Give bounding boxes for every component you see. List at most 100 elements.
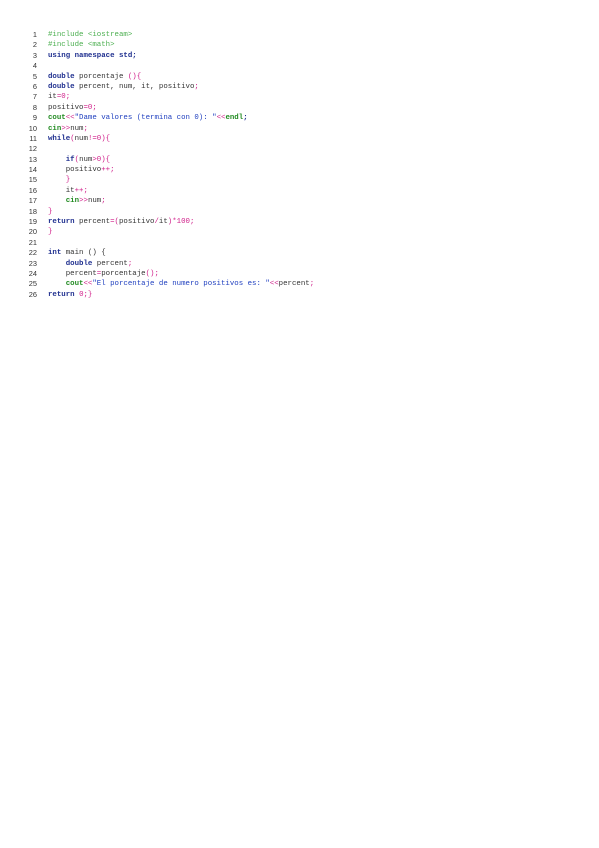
code-text: it++; — [48, 186, 88, 196]
code-line: 21 — [0, 238, 599, 248]
line-number: 14 — [28, 165, 37, 175]
line-number: 7 — [32, 92, 37, 102]
code-line: 22 int main () { — [0, 248, 599, 258]
code-token: =0; — [83, 103, 97, 112]
line-number: 22 — [28, 248, 37, 258]
code-token: porcentaje — [74, 72, 128, 81]
code-line: 20} — [0, 227, 599, 237]
line-number: 18 — [28, 206, 37, 216]
code-text: #include <math> — [48, 40, 115, 50]
code-line: 13 if(num>0){ — [0, 155, 599, 165]
code-text: cout <<"El porcentaje de numero positivos… — [48, 279, 314, 289]
document-page: 1 #include <iostream> 2 #include <math> 3 usi… — [0, 0, 599, 848]
code-token: main () { — [61, 249, 106, 258]
code-text: if(num>0){ — [48, 155, 110, 165]
code-text: positivo++; — [48, 165, 115, 175]
code-listing: 1 #include <iostream> 2 #include <math> 3 usi… — [0, 30, 599, 300]
code-token: "Dame valores (termina con 0): " — [74, 114, 217, 123]
code-text: it=0; — [48, 92, 70, 102]
code-line: 23 double percent; — [0, 259, 599, 269]
line-number: 5 — [32, 71, 37, 81]
code-token: #include <iostream> — [48, 31, 133, 39]
code-token: namespace — [74, 51, 115, 60]
code-token: if — [65, 155, 75, 164]
code-token: >0){ — [92, 155, 111, 164]
line-number: 6 — [32, 81, 37, 91]
code-line: 8 positivo=0; — [0, 103, 599, 113]
code-line: 24 percent=porcentaje(); — [0, 269, 599, 279]
code-token: >> — [61, 124, 71, 133]
line-number: 3 — [32, 50, 37, 60]
line-number: 10 — [28, 123, 37, 133]
line-number: 21 — [28, 237, 37, 247]
code-token: cin — [65, 197, 80, 206]
line-number: 11 — [29, 133, 37, 143]
code-token: double — [48, 72, 75, 81]
code-text: double porcentaje (){ — [48, 72, 141, 82]
code-line: 4 — [0, 61, 599, 71]
code-line: 2 #include <math> — [0, 40, 599, 50]
code-token: ; — [243, 114, 248, 123]
code-text: percent=porcentaje(); — [48, 269, 159, 279]
code-token: ; — [127, 259, 133, 268]
code-text: } — [48, 207, 52, 217]
line-number: 4 — [32, 61, 37, 71]
code-token: int — [48, 249, 62, 258]
code-token: 0;} — [79, 290, 93, 299]
code-token: "El porcentaje de numero positivos es: " — [92, 280, 270, 289]
code-token: (); — [145, 269, 159, 278]
code-token: << — [65, 114, 75, 123]
code-token: while — [48, 134, 71, 143]
code-token: } — [48, 207, 53, 216]
code-text: int main () { — [48, 248, 106, 258]
code-line: 9 cout<<"Dame valores (termina con 0): "<… — [0, 113, 599, 123]
code-token: =0; — [56, 93, 71, 102]
code-text: double percent; — [48, 259, 133, 269]
code-token: positivo — [118, 218, 155, 227]
line-number: 9 — [32, 113, 37, 123]
code-text: cin>>num; — [48, 124, 88, 134]
code-line: 14 positivo++; — [0, 165, 599, 175]
code-token: positivo — [48, 103, 84, 112]
code-text: double percent, num, it, positivo; — [48, 82, 199, 92]
code-token: it — [48, 93, 57, 102]
line-number: 16 — [28, 185, 37, 195]
code-text: return 0;} — [48, 290, 92, 300]
code-token: cin — [48, 124, 62, 133]
line-number: 26 — [28, 289, 37, 299]
line-number: 2 — [32, 40, 37, 50]
code-line: 12 — [0, 144, 599, 154]
code-token: ; — [132, 51, 137, 60]
code-token: percent — [278, 280, 310, 289]
code-text: } — [48, 175, 70, 185]
code-token: std — [118, 51, 133, 60]
code-token: positivo — [48, 166, 102, 175]
line-number: 24 — [28, 268, 37, 278]
code-line: 3 using namespace std; — [0, 51, 599, 61]
line-number: 23 — [28, 258, 37, 268]
code-line: 6 double percent, num, it, positivo; — [0, 82, 599, 92]
code-line: 17 cin>>num; — [0, 196, 599, 206]
code-token: !=0){ — [87, 134, 111, 143]
code-text: positivo=0; — [48, 103, 97, 113]
code-line: 15 } — [0, 175, 599, 185]
code-line: 26 return 0;} — [0, 290, 599, 300]
code-token: using — [48, 51, 71, 60]
line-number: 25 — [28, 279, 37, 289]
code-token: return — [48, 218, 75, 227]
code-line: 7 it=0; — [0, 92, 599, 102]
code-line: 25 cout <<"El porcentaje de numero positi… — [0, 279, 599, 289]
code-line: 18} — [0, 207, 599, 217]
code-token: << — [269, 280, 279, 289]
code-token: cout — [48, 114, 66, 123]
code-text: while(num!=0){ — [48, 134, 110, 144]
line-number: 17 — [28, 196, 37, 206]
code-token: double — [65, 259, 93, 268]
code-token: num — [74, 134, 88, 143]
line-number: 19 — [28, 217, 37, 227]
